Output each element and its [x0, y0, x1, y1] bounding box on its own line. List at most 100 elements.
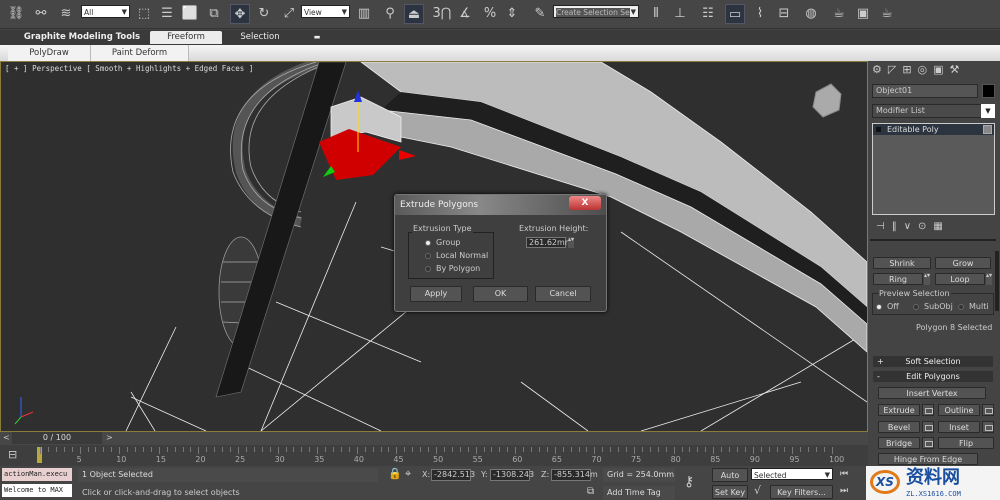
- radio-multi[interactable]: Multi: [958, 302, 989, 311]
- select-and-manipulate-icon[interactable]: ⚲: [380, 4, 400, 24]
- outline-settings-icon[interactable]: [982, 404, 994, 416]
- y-coordinate-field[interactable]: -1308.243: [490, 469, 534, 481]
- ring-button[interactable]: Ring: [873, 273, 923, 285]
- ring-spinner[interactable]: ▴▾: [924, 273, 930, 285]
- object-color-swatch[interactable]: [982, 84, 995, 98]
- close-button[interactable]: X: [569, 196, 601, 210]
- extrude-button[interactable]: Extrude: [878, 404, 920, 416]
- loop-button[interactable]: Loop: [935, 273, 985, 285]
- rendered-frame-icon[interactable]: ▣: [853, 4, 873, 24]
- render-setup-icon[interactable]: ☕: [829, 4, 849, 24]
- perspective-viewport[interactable]: [ + ] Perspective [ Smooth + Highlights …: [0, 61, 868, 432]
- select-and-link-icon[interactable]: ⛓: [6, 4, 26, 24]
- paint-deform-button[interactable]: Paint Deform: [91, 45, 189, 61]
- radio-group[interactable]: Group: [425, 238, 460, 247]
- time-tag-icon[interactable]: ⧉: [587, 486, 594, 497]
- inset-settings-icon[interactable]: [982, 421, 994, 433]
- time-slider-handle[interactable]: 0 / 100: [12, 432, 102, 444]
- key-mode-dropdown[interactable]: Selected ▼: [751, 468, 833, 480]
- modifier-list-dropdown[interactable]: Modifier List: [872, 104, 982, 118]
- default-tangent-icon[interactable]: √: [754, 484, 761, 497]
- stack-item-editable-poly[interactable]: Editable Poly: [873, 124, 994, 135]
- auto-key-button[interactable]: Auto Key: [712, 468, 748, 493]
- bridge-button[interactable]: Bridge: [878, 437, 920, 449]
- inset-button[interactable]: Inset: [938, 421, 980, 433]
- chevron-down-icon[interactable]: ▼: [981, 104, 995, 118]
- window-crossing-icon[interactable]: ⧉: [204, 4, 224, 24]
- radio-local-normal[interactable]: Local Normal: [425, 251, 488, 260]
- time-slider[interactable]: < 0 / 100 >: [0, 432, 868, 445]
- bridge-settings-icon[interactable]: [922, 437, 934, 449]
- ribbon-title[interactable]: Graphite Modeling Tools: [22, 31, 142, 44]
- edit-polygons-rollout[interactable]: - Edit Polygons: [873, 371, 993, 382]
- angle-snap-icon[interactable]: ∡: [455, 4, 475, 24]
- x-coordinate-field[interactable]: -2842.513: [431, 469, 475, 481]
- named-selection-dropdown[interactable]: Create Selection Se ▼: [553, 5, 639, 18]
- extrusion-height-spinner[interactable]: ▴▾: [568, 237, 574, 248]
- rectangular-selection-icon[interactable]: ⬜: [180, 4, 200, 24]
- unlink-icon[interactable]: ⚯: [31, 4, 51, 24]
- set-key-icon[interactable]: ⚷: [684, 474, 694, 490]
- insert-vertex-button[interactable]: Insert Vertex: [878, 387, 986, 399]
- select-by-name-icon[interactable]: ☰: [157, 4, 177, 24]
- loop-spinner[interactable]: ▴▾: [986, 273, 992, 285]
- select-object-icon[interactable]: ⬚: [134, 4, 154, 24]
- select-and-scale-icon[interactable]: ⤢: [279, 4, 299, 24]
- extrude-settings-icon[interactable]: [922, 404, 934, 416]
- spinner-snap-icon[interactable]: ⇕: [502, 4, 522, 24]
- layer-manager-icon[interactable]: ☷: [698, 4, 718, 24]
- key-mode-toggle-icon[interactable]: ⏭: [840, 486, 848, 496]
- absolute-mode-icon[interactable]: ⌖: [405, 467, 411, 481]
- scene-explorer-icon[interactable]: ▭: [725, 4, 745, 24]
- mirror-icon[interactable]: ⫴: [646, 4, 666, 24]
- use-pivot-icon[interactable]: ▥: [354, 4, 374, 24]
- hinge-from-edge-button[interactable]: Hinge From Edge: [878, 453, 978, 465]
- polydraw-button[interactable]: PolyDraw: [8, 45, 91, 61]
- ribbon-menu-icon[interactable]: ▬: [310, 31, 324, 44]
- lock-selection-icon[interactable]: 🔒: [388, 467, 402, 480]
- curve-editor-icon[interactable]: ⌇: [750, 4, 770, 24]
- radio-off[interactable]: Off: [876, 302, 899, 311]
- maxscript-listener-line1[interactable]: actionMan.execu: [2, 468, 72, 481]
- schematic-view-icon[interactable]: ⊟: [774, 4, 794, 24]
- material-editor-icon[interactable]: ◍: [801, 4, 821, 24]
- shrink-button[interactable]: Shrink: [873, 257, 931, 269]
- prev-frame-button[interactable]: <: [3, 433, 10, 442]
- cancel-button[interactable]: Cancel: [535, 286, 591, 302]
- viewport-label[interactable]: [ + ] Perspective [ Smooth + Highlights …: [5, 64, 253, 73]
- bevel-settings-icon[interactable]: [922, 421, 934, 433]
- maxscript-listener-line2[interactable]: Welcome to MAX: [2, 484, 72, 497]
- stack-controls-icons[interactable]: ⊣‖∨⊙▦: [876, 221, 950, 232]
- selection-filter-dropdown[interactable]: All ▼: [81, 5, 130, 18]
- bevel-button[interactable]: Bevel: [878, 421, 920, 433]
- align-icon[interactable]: ⊥: [670, 4, 690, 24]
- add-time-tag-button[interactable]: Add Time Tag: [603, 486, 675, 500]
- reference-coord-dropdown[interactable]: View ▼: [301, 5, 350, 18]
- z-coordinate-field[interactable]: -855.314m: [551, 469, 598, 481]
- expand-icon[interactable]: [876, 127, 881, 132]
- command-panel-tabs[interactable]: ⚙◸⊞◎▣⚒: [872, 63, 965, 76]
- command-panel-scrollbar[interactable]: [995, 251, 999, 311]
- object-name-field[interactable]: Object01: [872, 84, 978, 98]
- percent-snap-icon[interactable]: %: [480, 4, 500, 24]
- view-cube-icon[interactable]: [812, 83, 842, 118]
- keyboard-shortcut-icon[interactable]: ⏏: [404, 4, 424, 24]
- key-filters-button[interactable]: Key Filters...: [770, 485, 833, 499]
- extrusion-height-input[interactable]: 261.62mm: [526, 237, 573, 248]
- flip-button[interactable]: Flip: [938, 437, 994, 449]
- go-to-start-icon[interactable]: ⏮: [840, 469, 848, 479]
- select-and-rotate-icon[interactable]: ↻: [254, 4, 274, 24]
- radio-subobj[interactable]: SubObj: [913, 302, 953, 311]
- ok-button[interactable]: OK: [473, 286, 528, 302]
- bind-space-warp-icon[interactable]: ≋: [56, 4, 76, 24]
- radio-by-polygon[interactable]: By Polygon: [425, 264, 480, 273]
- next-frame-button[interactable]: >: [106, 433, 113, 442]
- outline-button[interactable]: Outline: [938, 404, 980, 416]
- snaps-toggle-icon[interactable]: 3⋂: [432, 4, 452, 24]
- select-and-move-icon[interactable]: ✥: [230, 4, 250, 24]
- tab-selection[interactable]: Selection: [225, 31, 295, 44]
- apply-button[interactable]: Apply: [410, 286, 462, 302]
- tab-freeform[interactable]: Freeform: [150, 31, 222, 44]
- edit-named-selection-icon[interactable]: ✎: [530, 4, 550, 24]
- render-icon[interactable]: ☕: [877, 4, 897, 24]
